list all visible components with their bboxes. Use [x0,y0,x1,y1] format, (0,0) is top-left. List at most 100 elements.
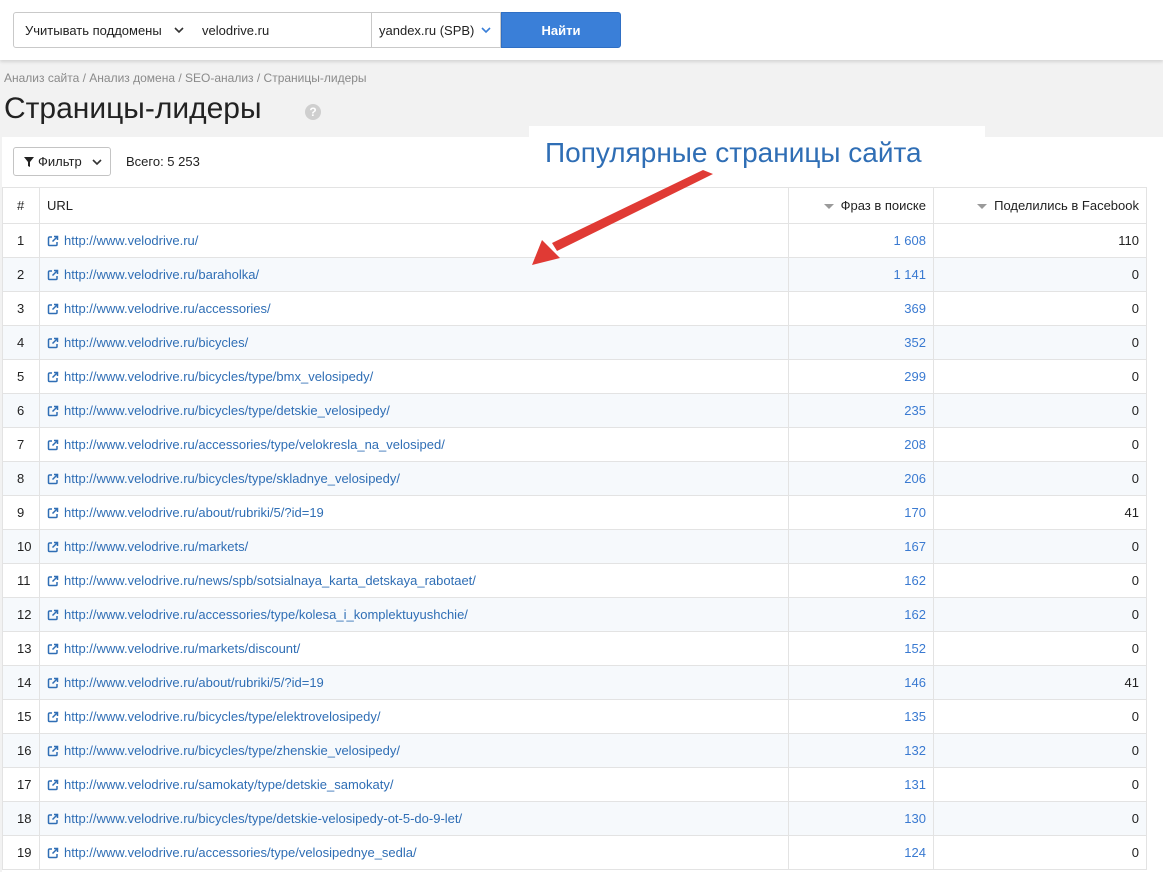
row-index: 9 [2,495,40,530]
table-row: 8 http://www.velodrive.ru/bicycles/type/s… [2,461,1147,496]
row-url-link[interactable]: http://www.velodrive.ru/bicycles/type/el… [64,709,380,724]
row-phrases-count[interactable]: 352 [788,325,934,360]
row-index: 14 [2,665,40,700]
row-phrases-count[interactable]: 1 608 [788,223,934,258]
domain-input[interactable] [192,12,372,48]
row-url-link[interactable]: http://www.velodrive.ru/accessories/type… [64,607,468,622]
row-url-link[interactable]: http://www.velodrive.ru/bicycles/ [64,335,248,350]
external-link-icon[interactable] [47,541,59,553]
row-facebook-shares: 0 [933,801,1147,836]
breadcrumb[interactable]: Анализ сайта / Анализ домена / SEO-анали… [4,71,367,85]
subdomains-select[interactable]: Учитывать поддомены [13,12,193,48]
row-phrases-count[interactable]: 208 [788,427,934,462]
row-url-link[interactable]: http://www.velodrive.ru/baraholka/ [64,267,259,282]
row-url-link[interactable]: http://www.velodrive.ru/about/rubriki/5/… [64,505,324,520]
row-url-link[interactable]: http://www.velodrive.ru/about/rubriki/5/… [64,675,324,690]
row-url-link[interactable]: http://www.velodrive.ru/bicycles/type/bm… [64,369,373,384]
row-url-cell: http://www.velodrive.ru/bicycles/ [39,325,789,360]
row-phrases-count[interactable]: 124 [788,835,934,870]
column-header-url[interactable]: URL [39,187,789,224]
row-phrases-count[interactable]: 162 [788,563,934,598]
sort-desc-icon [823,204,834,210]
external-link-icon[interactable] [47,779,59,791]
leader-pages-table: # URL Фраз в поиске Поделились в Faceboo… [2,187,1147,870]
row-url-link[interactable]: http://www.velodrive.ru/bicycles/type/de… [64,811,462,826]
row-phrases-count[interactable]: 146 [788,665,934,700]
row-url-cell: http://www.velodrive.ru/bicycles/type/de… [39,801,789,836]
table-row: 3 http://www.velodrive.ru/accessories/369… [2,291,1147,326]
row-index: 1 [2,223,40,258]
table-row: 18 http://www.velodrive.ru/bicycles/type/… [2,801,1147,836]
question-circle-icon[interactable]: ? [305,104,321,120]
row-index: 3 [2,291,40,326]
filter-button[interactable]: Фильтр [13,147,111,176]
row-facebook-shares: 0 [933,563,1147,598]
row-index: 15 [2,699,40,734]
external-link-icon[interactable] [47,473,59,485]
external-link-icon[interactable] [47,507,59,519]
column-header-phrases-label: Фраз в поиске [840,198,926,213]
row-phrases-count[interactable]: 1 141 [788,257,934,292]
row-facebook-shares: 0 [933,767,1147,802]
row-url-link[interactable]: http://www.velodrive.ru/samokaty/type/de… [64,777,393,792]
search-engine-select[interactable]: yandex.ru (SPB) [371,12,501,48]
external-link-icon[interactable] [47,439,59,451]
chevron-down-icon [174,27,184,34]
row-facebook-shares: 0 [933,597,1147,632]
row-phrases-count[interactable]: 132 [788,733,934,768]
row-phrases-count[interactable]: 170 [788,495,934,530]
row-url-link[interactable]: http://www.velodrive.ru/news/spb/sotsial… [64,573,476,588]
external-link-icon[interactable] [47,711,59,723]
external-link-icon[interactable] [47,745,59,757]
leader-pages-panel: Фильтр Всего: 5 253 # URL Фраз в поиске … [2,126,1163,872]
column-header-phrases[interactable]: Фраз в поиске [788,187,934,224]
table-row: 19 http://www.velodrive.ru/accessories/ty… [2,835,1147,870]
row-url-link[interactable]: http://www.velodrive.ru/bicycles/type/de… [64,403,390,418]
row-url-cell: http://www.velodrive.ru/accessories/ [39,291,789,326]
external-link-icon[interactable] [47,677,59,689]
row-index: 5 [2,359,40,394]
row-url-link[interactable]: http://www.velodrive.ru/bicycles/type/zh… [64,743,400,758]
row-url-cell: http://www.velodrive.ru/bicycles/type/sk… [39,461,789,496]
external-link-icon[interactable] [47,405,59,417]
external-link-icon[interactable] [47,269,59,281]
external-link-icon[interactable] [47,643,59,655]
row-phrases-count[interactable]: 299 [788,359,934,394]
row-url-cell: http://www.velodrive.ru/bicycles/type/zh… [39,733,789,768]
table-row: 1 http://www.velodrive.ru/1 608 110 [2,223,1147,258]
external-link-icon[interactable] [47,575,59,587]
table-row: 16 http://www.velodrive.ru/bicycles/type/… [2,733,1147,768]
row-phrases-count[interactable]: 235 [788,393,934,428]
row-phrases-count[interactable]: 152 [788,631,934,666]
search-button[interactable]: Найти [501,12,621,48]
row-facebook-shares: 0 [933,393,1147,428]
row-index: 12 [2,597,40,632]
row-url-link[interactable]: http://www.velodrive.ru/ [64,233,198,248]
row-url-cell: http://www.velodrive.ru/accessories/type… [39,427,789,462]
row-phrases-count[interactable]: 167 [788,529,934,564]
row-phrases-count[interactable]: 135 [788,699,934,734]
row-facebook-shares: 0 [933,461,1147,496]
row-phrases-count[interactable]: 206 [788,461,934,496]
row-url-link[interactable]: http://www.velodrive.ru/bicycles/type/sk… [64,471,400,486]
row-phrases-count[interactable]: 130 [788,801,934,836]
external-link-icon[interactable] [47,609,59,621]
row-url-link[interactable]: http://www.velodrive.ru/accessories/type… [64,845,417,860]
row-url-link[interactable]: http://www.velodrive.ru/markets/ [64,539,248,554]
row-facebook-shares: 0 [933,257,1147,292]
row-phrases-count[interactable]: 131 [788,767,934,802]
row-url-cell: http://www.velodrive.ru/about/rubriki/5/… [39,665,789,700]
external-link-icon[interactable] [47,847,59,859]
subdomains-select-label: Учитывать поддомены [25,22,162,38]
row-phrases-count[interactable]: 162 [788,597,934,632]
external-link-icon[interactable] [47,813,59,825]
external-link-icon[interactable] [47,371,59,383]
external-link-icon[interactable] [47,337,59,349]
row-url-link[interactable]: http://www.velodrive.ru/markets/discount… [64,641,300,656]
external-link-icon[interactable] [47,303,59,315]
row-url-link[interactable]: http://www.velodrive.ru/accessories/ [64,301,271,316]
column-header-facebook[interactable]: Поделились в Facebook [933,187,1147,224]
row-url-link[interactable]: http://www.velodrive.ru/accessories/type… [64,437,445,452]
external-link-icon[interactable] [47,235,59,247]
row-phrases-count[interactable]: 369 [788,291,934,326]
